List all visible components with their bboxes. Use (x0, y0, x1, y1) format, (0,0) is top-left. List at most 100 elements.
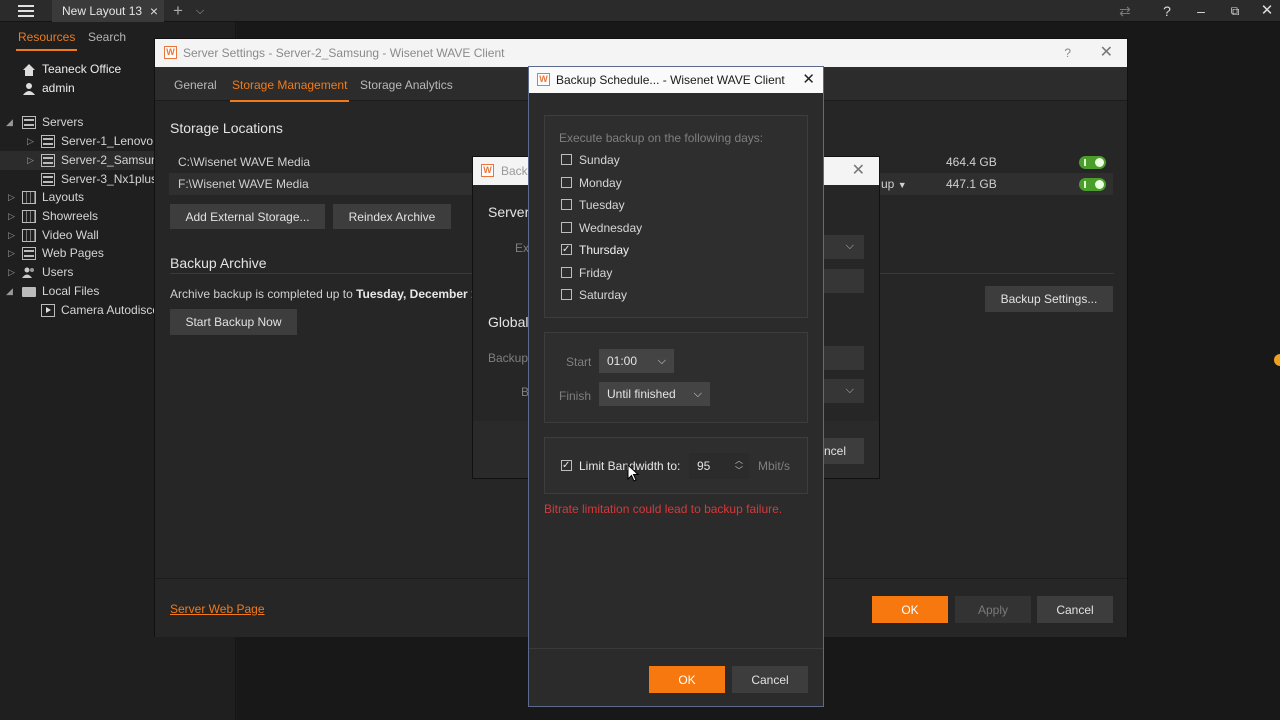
help-icon[interactable]: ? (1064, 39, 1071, 67)
dialog-footer: OK Cancel (529, 648, 823, 706)
day-label: Wednesday (579, 221, 643, 235)
tab-storage-management[interactable]: Storage Management (229, 78, 350, 102)
execute-dropdown[interactable]: ⌵ (818, 235, 864, 259)
backup-settings-button[interactable]: Backup Settings... (985, 286, 1113, 312)
plus-icon[interactable]: + (170, 0, 186, 22)
chevron-down-icon[interactable]: ◢ (6, 113, 13, 132)
bandwidth-value: 95 (697, 459, 711, 473)
chevron-right-icon[interactable]: ▷ (27, 151, 34, 170)
dialog-title: Server Settings - Server-2_Samsung - Wis… (183, 46, 505, 60)
tab-general[interactable]: General (174, 78, 217, 92)
cancel-button[interactable]: ncel (818, 438, 864, 464)
server-icon (41, 173, 55, 186)
reindex-archive-button[interactable]: Reindex Archive (333, 204, 451, 229)
storage-toggle[interactable] (1079, 156, 1106, 169)
chevron-right-icon[interactable]: ▷ (8, 244, 15, 263)
ok-button[interactable]: OK (649, 666, 725, 693)
start-time-dropdown[interactable]: 01:00 ⌵ (599, 349, 674, 373)
days-label: Execute backup on the following days: (559, 131, 764, 145)
chevron-down-icon[interactable]: ﹀ (735, 467, 743, 475)
start-backup-now-button[interactable]: Start Backup Now (170, 309, 297, 335)
video-file-icon (41, 304, 55, 317)
checkbox[interactable] (561, 177, 572, 188)
video-wall-icon (22, 229, 36, 242)
tab-storage-analytics[interactable]: Storage Analytics (360, 78, 453, 92)
tab-resources[interactable]: Resources (15, 30, 78, 51)
cancel-button[interactable]: Cancel (1037, 596, 1113, 623)
sync-icon[interactable]: ⇄ (1110, 0, 1140, 22)
execute-label: Ex (515, 241, 530, 255)
backup-archive-heading: Backup Archive (170, 255, 267, 271)
checkbox[interactable] (561, 267, 572, 278)
user-name: admin (42, 81, 75, 95)
chevron-down-icon: ⌵ (845, 240, 854, 252)
bandwidth-spinbox[interactable]: 95 ︿ ﹀ (689, 453, 749, 479)
help-icon[interactable]: ? (1152, 0, 1182, 22)
layout-tab[interactable]: New Layout 13 × (52, 0, 164, 22)
close-icon[interactable]: ✕ (1100, 39, 1113, 67)
close-icon[interactable]: ✕ (1252, 0, 1280, 22)
chevron-down-icon: ⌵ (845, 384, 854, 396)
chevron-down-icon[interactable]: ⌵ (192, 0, 208, 22)
storage-role-dropdown[interactable]: up ▼ (881, 173, 907, 196)
checkbox[interactable] (561, 222, 572, 233)
checkbox[interactable] (561, 289, 572, 300)
chevron-down-icon: ▼ (897, 180, 907, 190)
bandwidth-unit: Mbit/s (758, 459, 791, 473)
close-icon[interactable]: ✕ (802, 67, 815, 93)
ok-button[interactable]: OK (872, 596, 948, 623)
layout-tab-label: New Layout 13 (62, 4, 143, 18)
storage-path: C:\Wisenet WAVE Media (178, 155, 311, 169)
storage-size: 464.4 GB (946, 155, 997, 169)
time-group: Start 01:00 ⌵ Finish Until finished ⌵ (544, 332, 808, 423)
app-logo-icon: W (537, 73, 550, 86)
apply-button[interactable]: Apply (955, 596, 1031, 623)
archive-status-text: Archive backup is completed up to (170, 287, 357, 301)
day-label: Friday (579, 266, 613, 280)
chevron-right-icon[interactable]: ▷ (27, 132, 34, 151)
storage-path: F:\Wisenet WAVE Media (178, 177, 309, 191)
field[interactable] (818, 346, 864, 370)
add-external-storage-button[interactable]: Add External Storage... (170, 204, 325, 229)
day-label: Monday (579, 176, 622, 190)
home-icon (22, 63, 36, 77)
chevron-right-icon[interactable]: ▷ (8, 188, 15, 207)
folder-icon (22, 287, 36, 297)
global-heading: Global (488, 314, 529, 330)
day-label: Thursday (579, 243, 630, 257)
checkbox-checked[interactable] (561, 457, 572, 475)
checkbox[interactable] (561, 154, 572, 165)
storage-size: 447.1 GB (946, 177, 997, 191)
users-icon (22, 266, 36, 279)
tree-label: Local Files (42, 284, 100, 298)
tree-label: Server-1_Lenovo (61, 134, 154, 148)
notification-indicator[interactable] (1274, 354, 1280, 366)
dropdown[interactable]: ⌵ (818, 379, 864, 403)
day-label: Saturday (579, 288, 628, 302)
tree-label: Servers (42, 115, 84, 129)
title-bar: New Layout 13 × + ⌵ ⇄ ? – ⧉ ✕ (0, 0, 1280, 22)
chevron-up-icon[interactable]: ︿ (735, 457, 743, 465)
cancel-button[interactable]: Cancel (732, 666, 808, 693)
field[interactable] (818, 269, 864, 293)
site-name: Teaneck Office (42, 62, 122, 76)
mouse-cursor-icon (627, 463, 640, 482)
finish-time-dropdown[interactable]: Until finished ⌵ (599, 382, 710, 406)
days-group: Execute backup on the following days: Su… (544, 115, 808, 318)
server-web-page-link[interactable]: Server Web Page (170, 602, 265, 616)
servers-icon (22, 116, 36, 129)
close-icon[interactable]: ✕ (852, 157, 865, 185)
menu-icon[interactable] (14, 3, 40, 19)
chevron-right-icon[interactable]: ▷ (8, 207, 15, 226)
chevron-right-icon[interactable]: ▷ (8, 226, 15, 245)
chevron-down-icon[interactable]: ◢ (6, 282, 13, 301)
minimize-icon[interactable]: – (1186, 0, 1216, 22)
chevron-right-icon[interactable]: ▷ (8, 263, 15, 282)
tab-search[interactable]: Search (88, 30, 126, 44)
checkbox-checked[interactable] (561, 241, 572, 259)
checkbox[interactable] (561, 199, 572, 210)
close-icon[interactable]: × (150, 0, 158, 22)
restore-icon[interactable]: ⧉ (1220, 0, 1250, 22)
backup-label: Backup (488, 351, 529, 365)
storage-toggle[interactable] (1079, 178, 1106, 191)
